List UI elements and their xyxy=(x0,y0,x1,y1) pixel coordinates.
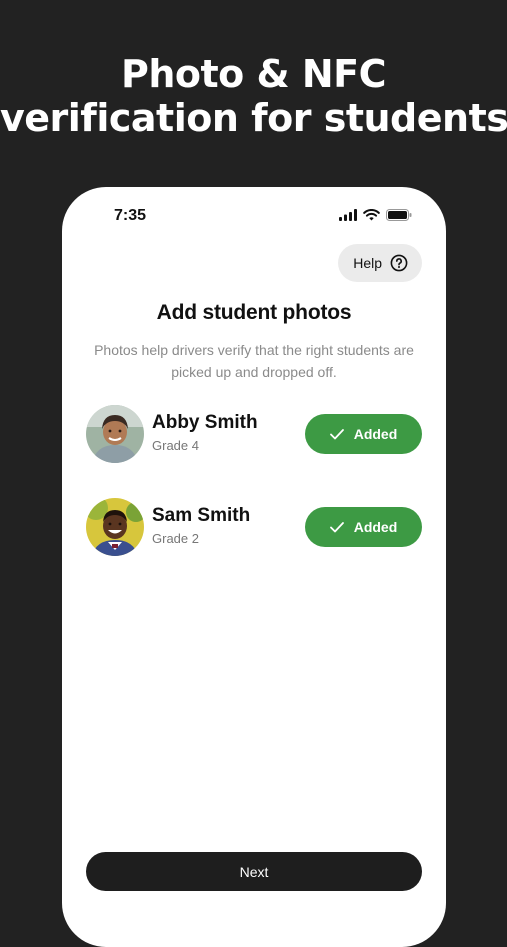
student-row: Abby Smith Grade 4 Added xyxy=(86,405,422,465)
battery-icon xyxy=(386,209,412,221)
marketing-headline: Photo & NFC verification for students xyxy=(0,52,507,140)
student-row: Sam Smith Grade 2 Added xyxy=(86,498,422,558)
student-avatar[interactable] xyxy=(86,498,144,556)
status-icons xyxy=(339,209,412,221)
checkmark-icon xyxy=(329,521,344,532)
student-avatar[interactable] xyxy=(86,405,144,463)
wifi-icon xyxy=(363,209,380,221)
headline-line-1: Photo & NFC xyxy=(120,52,387,96)
page-subtitle: Photos help drivers verify that the righ… xyxy=(94,342,414,380)
page-title: Add student photos xyxy=(156,301,352,324)
student-grade: Grade 2 xyxy=(152,531,199,546)
student-name: Abby Smith xyxy=(152,412,258,433)
added-button-label: Added xyxy=(353,426,398,442)
help-button-label: Help xyxy=(353,255,382,271)
added-button[interactable]: Added xyxy=(305,507,422,547)
checkmark-icon xyxy=(329,428,344,439)
student-name: Sam Smith xyxy=(152,505,251,526)
status-bar: 7:35 xyxy=(62,187,446,243)
added-button-label: Added xyxy=(353,519,398,535)
student-grade: Grade 4 xyxy=(152,438,199,453)
status-time: 7:35 xyxy=(114,207,147,224)
next-button-label: Next xyxy=(239,863,269,880)
headline-line-2: verification for students xyxy=(0,96,507,140)
signal-icon xyxy=(339,209,357,221)
next-button[interactable]: Next xyxy=(86,852,422,891)
help-button[interactable]: Help xyxy=(338,244,422,282)
question-circle-icon xyxy=(390,254,408,272)
added-button[interactable]: Added xyxy=(305,414,422,454)
phone-screen: 7:35 Help Add student photos Photos help… xyxy=(62,187,446,947)
